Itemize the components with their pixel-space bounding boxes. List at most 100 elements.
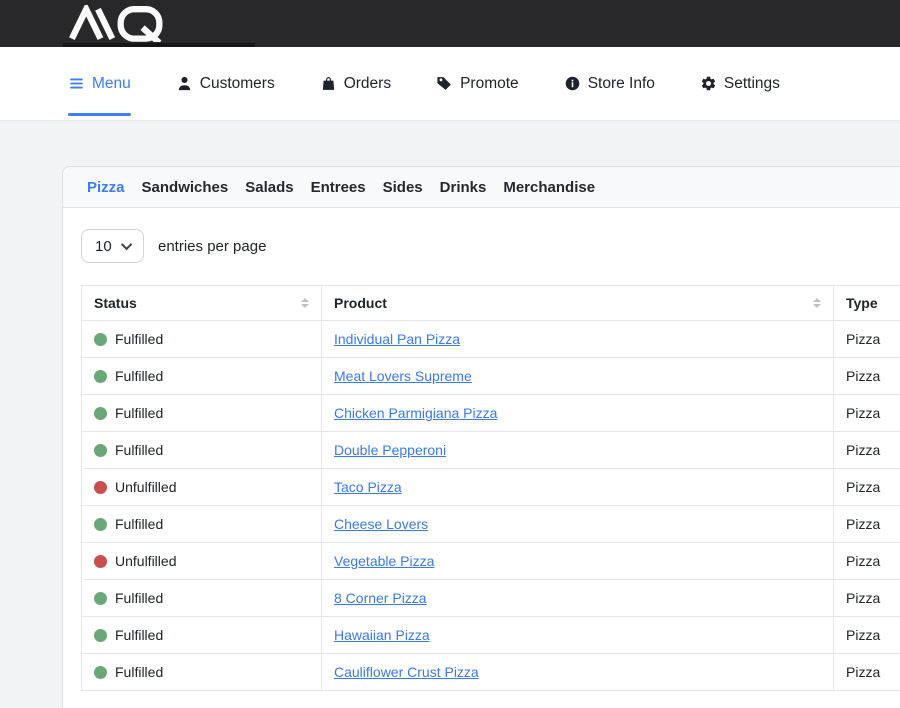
nav-item-settings[interactable]: Settings	[700, 47, 780, 120]
page-size-select[interactable]: 10	[81, 229, 144, 263]
status-cell: Unfulfilled	[82, 543, 322, 580]
product-link[interactable]: Cheese Lovers	[334, 516, 428, 532]
type-cell: Pizza	[834, 358, 900, 395]
status-cell: Fulfilled	[82, 506, 322, 543]
column-header-label: Status	[94, 295, 137, 311]
product-link[interactable]: Meat Lovers Supreme	[334, 368, 472, 384]
tag-icon	[436, 75, 453, 92]
brand-logo	[63, 5, 175, 42]
product-link[interactable]: Taco Pizza	[334, 479, 402, 495]
tab-sandwiches[interactable]: Sandwiches	[142, 179, 229, 196]
nav-item-label: Customers	[200, 75, 275, 93]
status-dot-icon	[94, 370, 107, 383]
primary-nav: Menu Customers Orders Promote Store Info…	[0, 47, 900, 121]
table-row: Fulfilled Cheese Lovers Pizza	[82, 506, 900, 543]
product-link[interactable]: Double Pepperoni	[334, 442, 446, 458]
hamburger-icon	[68, 75, 85, 92]
top-header	[0, 0, 900, 47]
status-label: Fulfilled	[115, 627, 163, 643]
sort-icon[interactable]	[813, 298, 821, 308]
status-cell: Unfulfilled	[82, 469, 322, 506]
tab-merchandise[interactable]: Merchandise	[503, 179, 595, 196]
column-header-status: Status	[82, 286, 322, 321]
nav-item-store-info[interactable]: Store Info	[564, 47, 655, 120]
status-dot-icon	[94, 333, 107, 346]
status-label: Unfulfilled	[115, 479, 176, 495]
status-label: Fulfilled	[115, 331, 163, 347]
status-cell: Fulfilled	[82, 395, 322, 432]
status-cell: Fulfilled	[82, 321, 322, 358]
tab-sides[interactable]: Sides	[383, 179, 423, 196]
type-cell: Pizza	[834, 506, 900, 543]
table-row: Unfulfilled Taco Pizza Pizza	[82, 469, 900, 506]
product-cell: Double Pepperoni	[322, 432, 834, 469]
nav-item-orders[interactable]: Orders	[320, 47, 391, 120]
type-cell: Pizza	[834, 469, 900, 506]
bag-icon	[320, 75, 337, 92]
nav-item-promote[interactable]: Promote	[436, 47, 519, 120]
type-cell: Pizza	[834, 395, 900, 432]
table-controls: 10 entries per page	[81, 229, 900, 263]
product-cell: Taco Pizza	[322, 469, 834, 506]
nav-item-label: Settings	[724, 75, 780, 93]
status-dot-icon	[94, 555, 107, 568]
status-dot-icon	[94, 444, 107, 457]
app: Menu Customers Orders Promote Store Info…	[0, 0, 900, 708]
product-link[interactable]: Vegetable Pizza	[334, 553, 434, 569]
type-cell: Pizza	[834, 617, 900, 654]
tab-entrees[interactable]: Entrees	[311, 179, 366, 196]
table-header-row: Status Product Type	[82, 286, 900, 321]
table-body: Fulfilled Individual Pan Pizza Pizza Ful…	[82, 321, 900, 691]
status-label: Fulfilled	[115, 405, 163, 421]
person-icon	[176, 75, 193, 92]
sort-icon[interactable]	[301, 298, 309, 308]
nav-item-customers[interactable]: Customers	[176, 47, 275, 120]
tab-pizza[interactable]: Pizza	[87, 179, 125, 196]
card-body: 10 entries per page Status Product Type	[63, 208, 900, 708]
table-row: Fulfilled 8 Corner Pizza Pizza	[82, 580, 900, 617]
product-link[interactable]: Individual Pan Pizza	[334, 331, 460, 347]
column-header-type: Type	[834, 286, 900, 321]
gear-icon	[700, 75, 717, 92]
nav-item-menu[interactable]: Menu	[68, 47, 131, 120]
status-label: Fulfilled	[115, 590, 163, 606]
category-tabs: Pizza Sandwiches Salads Entrees Sides Dr…	[63, 167, 900, 208]
nav-item-label: Menu	[92, 75, 131, 93]
type-cell: Pizza	[834, 321, 900, 358]
column-header-label: Type	[846, 295, 878, 311]
status-dot-icon	[94, 666, 107, 679]
product-link[interactable]: Hawaiian Pizza	[334, 627, 430, 643]
page-size-value: 10	[95, 238, 112, 255]
status-cell: Fulfilled	[82, 617, 322, 654]
table-row: Fulfilled Meat Lovers Supreme Pizza	[82, 358, 900, 395]
table-row: Fulfilled Individual Pan Pizza Pizza	[82, 321, 900, 358]
product-link[interactable]: Cauliflower Crust Pizza	[334, 664, 479, 680]
column-header-label: Product	[334, 295, 387, 311]
product-link[interactable]: 8 Corner Pizza	[334, 590, 427, 606]
table-row: Unfulfilled Vegetable Pizza Pizza	[82, 543, 900, 580]
product-cell: Vegetable Pizza	[322, 543, 834, 580]
status-dot-icon	[94, 481, 107, 494]
type-cell: Pizza	[834, 654, 900, 691]
tab-drinks[interactable]: Drinks	[440, 179, 487, 196]
tab-salads[interactable]: Salads	[245, 179, 293, 196]
table-row: Fulfilled Chicken Parmigiana Pizza Pizza	[82, 395, 900, 432]
nav-item-label: Store Info	[588, 75, 655, 93]
product-link[interactable]: Chicken Parmigiana Pizza	[334, 405, 497, 421]
status-cell: Fulfilled	[82, 432, 322, 469]
status-label: Unfulfilled	[115, 553, 176, 569]
status-label: Fulfilled	[115, 664, 163, 680]
nav-item-label: Orders	[344, 75, 391, 93]
product-cell: 8 Corner Pizza	[322, 580, 834, 617]
product-cell: Chicken Parmigiana Pizza	[322, 395, 834, 432]
table-row: Fulfilled Double Pepperoni Pizza	[82, 432, 900, 469]
product-cell: Meat Lovers Supreme	[322, 358, 834, 395]
product-cell: Cheese Lovers	[322, 506, 834, 543]
nav-item-label: Promote	[460, 75, 519, 93]
status-cell: Fulfilled	[82, 580, 322, 617]
product-cell: Cauliflower Crust Pizza	[322, 654, 834, 691]
status-label: Fulfilled	[115, 368, 163, 384]
product-cell: Hawaiian Pizza	[322, 617, 834, 654]
status-dot-icon	[94, 592, 107, 605]
status-cell: Fulfilled	[82, 358, 322, 395]
